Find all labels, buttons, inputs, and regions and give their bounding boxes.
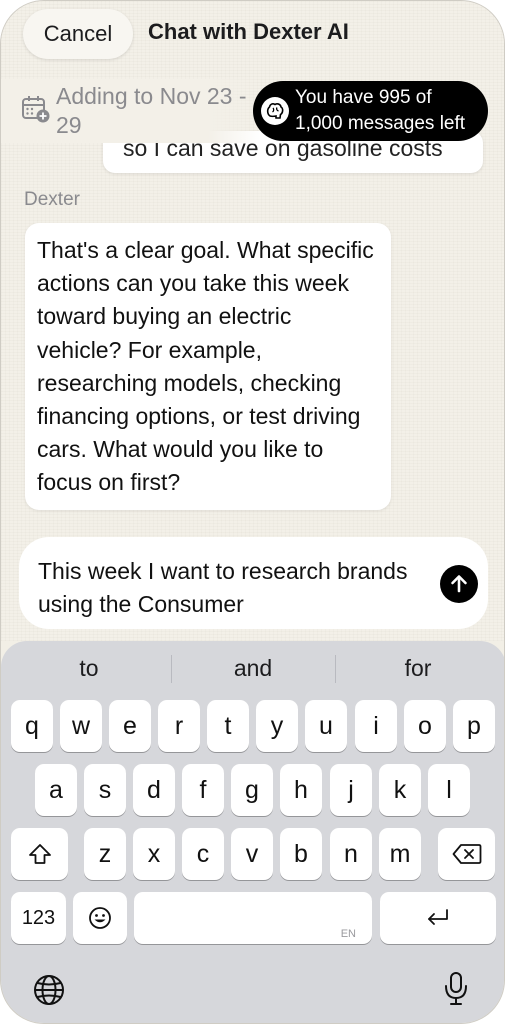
return-icon [428, 909, 448, 925]
key-g[interactable]: g [231, 764, 273, 816]
keyboard: to and for q w e r t y u i o p a s d f g… [1, 641, 504, 1023]
emoji-icon [89, 907, 111, 929]
suggestion-2[interactable]: and [173, 655, 333, 682]
shift-icon [28, 844, 51, 864]
bot-message-bubble: That's a clear goal. What specific actio… [25, 223, 391, 510]
numbers-key[interactable]: 123 [11, 892, 66, 944]
key-i[interactable]: i [355, 700, 397, 752]
delete-key[interactable] [438, 828, 495, 880]
page-title: Chat with Dexter AI [148, 19, 349, 44]
emoji-key[interactable] [73, 892, 127, 944]
shift-key[interactable] [11, 828, 68, 880]
suggestion-divider [171, 655, 172, 683]
quota-line-1: You have 995 of [295, 87, 432, 108]
message-quota-badge: You have 995 of 1,000 messages left [253, 81, 488, 141]
key-k[interactable]: k [379, 764, 421, 816]
quota-text: You have 995 of 1,000 messages left [295, 85, 465, 137]
key-s[interactable]: s [84, 764, 126, 816]
suggestion-3[interactable]: for [338, 655, 498, 682]
return-key[interactable] [380, 892, 496, 944]
key-d[interactable]: d [133, 764, 175, 816]
quota-line-2: 1,000 messages left [295, 113, 466, 134]
message-composer[interactable]: This week I want to research brands usin… [19, 537, 488, 629]
key-t[interactable]: t [207, 700, 249, 752]
composer-input[interactable]: This week I want to research brands usin… [38, 555, 428, 621]
globe-icon[interactable] [33, 974, 65, 1006]
key-p[interactable]: p [453, 700, 495, 752]
key-o[interactable]: o [404, 700, 446, 752]
delete-icon [452, 844, 481, 864]
key-l[interactable]: l [428, 764, 470, 816]
microphone-icon[interactable] [443, 971, 469, 1007]
phone-screen: so I can save on gasoline costs Cancel C… [0, 0, 505, 1024]
brain-icon [261, 97, 289, 125]
suggestion-divider [335, 655, 336, 683]
key-b[interactable]: b [280, 828, 322, 880]
key-w[interactable]: w [60, 700, 102, 752]
key-r[interactable]: r [158, 700, 200, 752]
key-z[interactable]: z [84, 828, 126, 880]
key-e[interactable]: e [109, 700, 151, 752]
key-q[interactable]: q [11, 700, 53, 752]
key-x[interactable]: x [133, 828, 175, 880]
cancel-button[interactable]: Cancel [23, 9, 133, 59]
space-key[interactable]: EN [134, 892, 372, 944]
message-sender-name: Dexter [24, 189, 80, 210]
key-v[interactable]: v [231, 828, 273, 880]
key-c[interactable]: c [182, 828, 224, 880]
key-y[interactable]: y [256, 700, 298, 752]
calendar-range-text[interactable]: Adding to Nov 23 - 29 [56, 82, 256, 140]
key-f[interactable]: f [182, 764, 224, 816]
space-locale-label: EN [340, 928, 356, 940]
key-a[interactable]: a [35, 764, 77, 816]
key-m[interactable]: m [379, 828, 421, 880]
key-n[interactable]: n [330, 828, 372, 880]
key-h[interactable]: h [280, 764, 322, 816]
key-u[interactable]: u [305, 700, 347, 752]
send-button[interactable] [440, 565, 478, 603]
suggestion-1[interactable]: to [9, 655, 169, 682]
arrow-up-icon [451, 575, 467, 593]
key-j[interactable]: j [330, 764, 372, 816]
calendar-add-icon[interactable] [21, 94, 51, 124]
